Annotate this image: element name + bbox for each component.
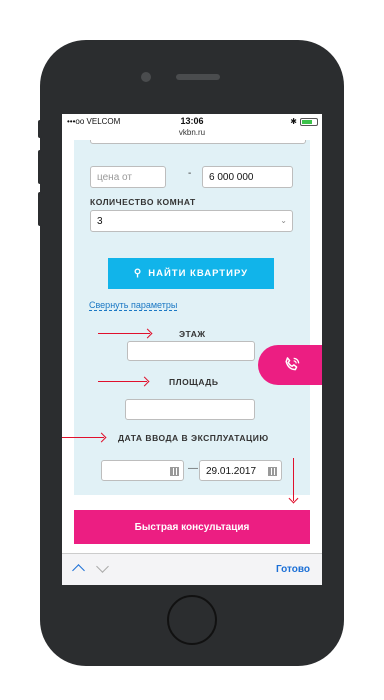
find-apartment-button[interactable]: ⚲ НАЙТИ КВАРТИРУ — [108, 258, 274, 289]
status-bar: •••oo VELCOM 13:06 ✱ — [62, 114, 322, 128]
earpiece-speaker — [176, 74, 220, 80]
mute-switch — [38, 120, 42, 138]
find-button-label: НАЙТИ КВАРТИРУ — [148, 268, 249, 279]
floor-input[interactable] — [127, 341, 255, 361]
area-label: ПЛОЩАДЬ — [169, 377, 219, 387]
browser-url[interactable]: vkbn.ru — [62, 128, 322, 137]
front-camera — [141, 72, 151, 82]
calendar-icon[interactable] — [170, 467, 179, 476]
price-to-input[interactable]: 6 000 000 — [202, 166, 293, 188]
home-button[interactable] — [167, 595, 217, 645]
keyboard-accessory-bar: Готово — [62, 553, 322, 585]
annotation-arrow — [62, 437, 104, 438]
date-to-value: 29.01.2017 — [206, 466, 257, 477]
annotation-arrow — [98, 381, 147, 382]
date-dash: — — [188, 463, 198, 474]
bluetooth-icon: ✱ — [290, 117, 297, 126]
chevron-down-icon[interactable] — [96, 560, 109, 573]
price-dash: - — [188, 168, 192, 179]
commission-date-label: ДАТА ВВОДА В ЭКСПЛУАТАЦИЮ — [118, 433, 269, 443]
collapse-params-link[interactable]: Свернуть параметры — [89, 300, 178, 311]
search-icon: ⚲ — [133, 268, 143, 279]
done-button[interactable]: Готово — [276, 564, 310, 575]
battery-icon — [300, 117, 318, 126]
call-button[interactable] — [258, 345, 322, 385]
calendar-icon[interactable] — [268, 467, 277, 476]
date-from-input[interactable] — [101, 460, 184, 481]
chevron-up-icon[interactable] — [72, 564, 85, 577]
phone-icon — [285, 357, 300, 371]
quick-consultation-button[interactable]: Быстрая консультация — [74, 510, 310, 544]
rooms-value: 3 — [97, 216, 103, 227]
rooms-select[interactable]: 3 ⌄ — [90, 210, 293, 232]
floor-label: ЭТАЖ — [179, 329, 206, 339]
page-content: цена от - 6 000 000 КОЛИЧЕСТВО КОМНАТ 3 … — [62, 140, 322, 553]
price-from-input[interactable]: цена от — [90, 166, 166, 188]
chevron-down-icon: ⌄ — [280, 216, 287, 225]
clock: 13:06 — [180, 116, 204, 126]
annotation-arrow — [98, 333, 150, 334]
annotation-arrow — [293, 458, 294, 501]
rooms-label: КОЛИЧЕСТВО КОМНАТ — [90, 197, 196, 207]
volume-down-button — [38, 192, 42, 226]
area-input[interactable] — [125, 399, 255, 420]
previous-field[interactable] — [90, 140, 306, 144]
date-to-input[interactable]: 29.01.2017 — [199, 460, 282, 481]
phone-screen: •••oo VELCOM 13:06 ✱ vkbn.ru цена от - 6… — [62, 114, 322, 585]
volume-up-button — [38, 150, 42, 184]
search-panel: цена от - 6 000 000 КОЛИЧЕСТВО КОМНАТ 3 … — [74, 140, 310, 495]
